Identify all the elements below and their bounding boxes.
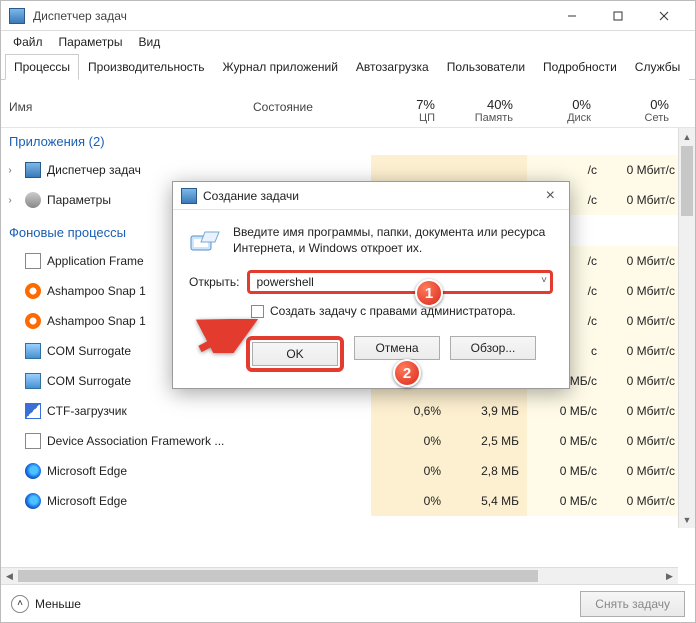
header-cpu[interactable]: 7%ЦП xyxy=(365,94,443,127)
process-icon xyxy=(25,343,41,359)
network-cell: 0 Мбит/c xyxy=(605,336,683,366)
titlebar: Диспетчер задач xyxy=(1,1,695,31)
process-icon xyxy=(25,433,41,449)
scrollbar-thumb[interactable] xyxy=(681,146,693,216)
scrollbar-thumb-x[interactable] xyxy=(18,570,538,582)
vertical-scrollbar[interactable]: ▲ ▼ xyxy=(678,128,695,528)
menu-options[interactable]: Параметры xyxy=(53,33,129,51)
expand-icon[interactable]: › xyxy=(1,165,19,176)
memory-cell: 2,8 МБ xyxy=(449,456,527,486)
dialog-close-button[interactable]: × xyxy=(540,187,561,205)
tab-history[interactable]: Журнал приложений xyxy=(214,54,347,80)
network-cell: 0 Мбит/c xyxy=(605,426,683,456)
disk-cell: 0 МБ/с xyxy=(527,456,605,486)
tab-users[interactable]: Пользователи xyxy=(438,54,534,80)
network-cell: 0 Мбит/c xyxy=(605,486,683,516)
disk-cell: 0 МБ/с xyxy=(527,486,605,516)
group-apps[interactable]: Приложения (2) xyxy=(1,128,695,155)
horizontal-scrollbar[interactable]: ◀ ▶ xyxy=(1,567,678,584)
cancel-button[interactable]: Отмена xyxy=(354,336,440,360)
cpu-cell: 0,6% xyxy=(371,396,449,426)
table-row[interactable]: Microsoft Edge 0% 5,4 МБ 0 МБ/с 0 Мбит/c xyxy=(1,486,695,516)
header-state[interactable]: Состояние xyxy=(245,94,365,127)
header-disk[interactable]: 0%Диск xyxy=(521,94,599,127)
tab-performance[interactable]: Производительность xyxy=(79,54,213,80)
ok-highlight: OK xyxy=(246,336,344,372)
column-headers: Имя Состояние 7%ЦП 40%Память 0%Диск 0%Се… xyxy=(1,94,695,128)
run-icon xyxy=(189,224,221,256)
minimize-button[interactable] xyxy=(549,1,595,31)
fewer-details-button[interactable]: ˄ Меньше xyxy=(11,595,81,613)
browse-button[interactable]: Обзор... xyxy=(450,336,536,360)
create-task-dialog: Создание задачи × Введите имя программы,… xyxy=(172,181,570,389)
footer: ˄ Меньше Снять задачу xyxy=(1,584,695,622)
header-memory[interactable]: 40%Память xyxy=(443,94,521,127)
process-name: Device Association Framework ... xyxy=(47,434,251,448)
network-cell: 0 Мбит/c xyxy=(605,456,683,486)
expand-icon[interactable]: › xyxy=(1,195,19,206)
process-name: CTF-загрузчик xyxy=(47,404,251,418)
annotation-badge-1: 1 xyxy=(415,279,443,307)
network-cell: 0 Мбит/c xyxy=(605,276,683,306)
disk-cell: 0 МБ/с xyxy=(527,426,605,456)
network-cell: 0 Мбит/c xyxy=(605,306,683,336)
menu-file[interactable]: Файл xyxy=(7,33,49,51)
annotation-badge-2: 2 xyxy=(393,359,421,387)
chevron-up-icon: ˄ xyxy=(11,595,29,613)
header-network[interactable]: 0%Сеть xyxy=(599,94,677,127)
table-row[interactable]: CTF-загрузчик 0,6% 3,9 МБ 0 МБ/с 0 Мбит/… xyxy=(1,396,695,426)
dialog-instruction: Введите имя программы, папки, документа … xyxy=(233,224,553,256)
memory-cell: 5,4 МБ xyxy=(449,486,527,516)
cpu-cell: 0% xyxy=(371,486,449,516)
memory-cell: 2,5 МБ xyxy=(449,426,527,456)
annotation-arrow xyxy=(196,319,258,356)
open-input[interactable] xyxy=(247,270,553,294)
process-icon xyxy=(25,283,41,299)
process-icon xyxy=(25,162,41,178)
tab-services[interactable]: Службы xyxy=(626,54,689,80)
dialog-titlebar[interactable]: Создание задачи × xyxy=(173,182,569,210)
table-row[interactable]: Device Association Framework ... 0% 2,5 … xyxy=(1,426,695,456)
dialog-title: Создание задачи xyxy=(203,189,299,203)
process-icon xyxy=(25,192,41,208)
tab-startup[interactable]: Автозагрузка xyxy=(347,54,438,80)
network-cell: 0 Мбит/c xyxy=(605,366,683,396)
network-cell: 0 Мбит/c xyxy=(605,185,683,215)
network-cell: 0 Мбит/c xyxy=(605,155,683,185)
process-icon xyxy=(25,493,41,509)
admin-label: Создать задачу с правами администратора. xyxy=(270,304,516,318)
process-icon xyxy=(25,463,41,479)
process-name: Диспетчер задач xyxy=(47,163,251,177)
process-icon xyxy=(25,253,41,269)
process-icon xyxy=(25,313,41,329)
tab-details[interactable]: Подробности xyxy=(534,54,626,80)
cpu-cell: 0% xyxy=(371,456,449,486)
dialog-icon xyxy=(181,188,197,204)
end-task-button[interactable]: Снять задачу xyxy=(580,591,685,617)
network-cell: 0 Мбит/c xyxy=(605,246,683,276)
process-name: Microsoft Edge xyxy=(47,494,251,508)
chevron-down-icon[interactable]: ˅ xyxy=(541,275,547,286)
disk-cell: 0 МБ/с xyxy=(527,396,605,426)
close-button[interactable] xyxy=(641,1,687,31)
window-title: Диспетчер задач xyxy=(33,9,549,23)
process-icon xyxy=(25,403,41,419)
menu-view[interactable]: Вид xyxy=(132,33,166,51)
menubar: Файл Параметры Вид xyxy=(1,31,695,53)
process-icon xyxy=(25,373,41,389)
memory-cell: 3,9 МБ xyxy=(449,396,527,426)
process-name: Microsoft Edge xyxy=(47,464,251,478)
tab-processes[interactable]: Процессы xyxy=(5,54,79,80)
header-name[interactable]: Имя xyxy=(1,94,245,127)
open-label: Открыть: xyxy=(189,275,239,289)
table-row[interactable]: Microsoft Edge 0% 2,8 МБ 0 МБ/с 0 Мбит/c xyxy=(1,456,695,486)
network-cell: 0 Мбит/c xyxy=(605,396,683,426)
app-icon xyxy=(9,8,25,24)
cpu-cell: 0% xyxy=(371,426,449,456)
tabs: Процессы Производительность Журнал прило… xyxy=(1,53,695,80)
admin-checkbox[interactable] xyxy=(251,305,264,318)
maximize-button[interactable] xyxy=(595,1,641,31)
ok-button[interactable]: OK xyxy=(252,342,338,366)
